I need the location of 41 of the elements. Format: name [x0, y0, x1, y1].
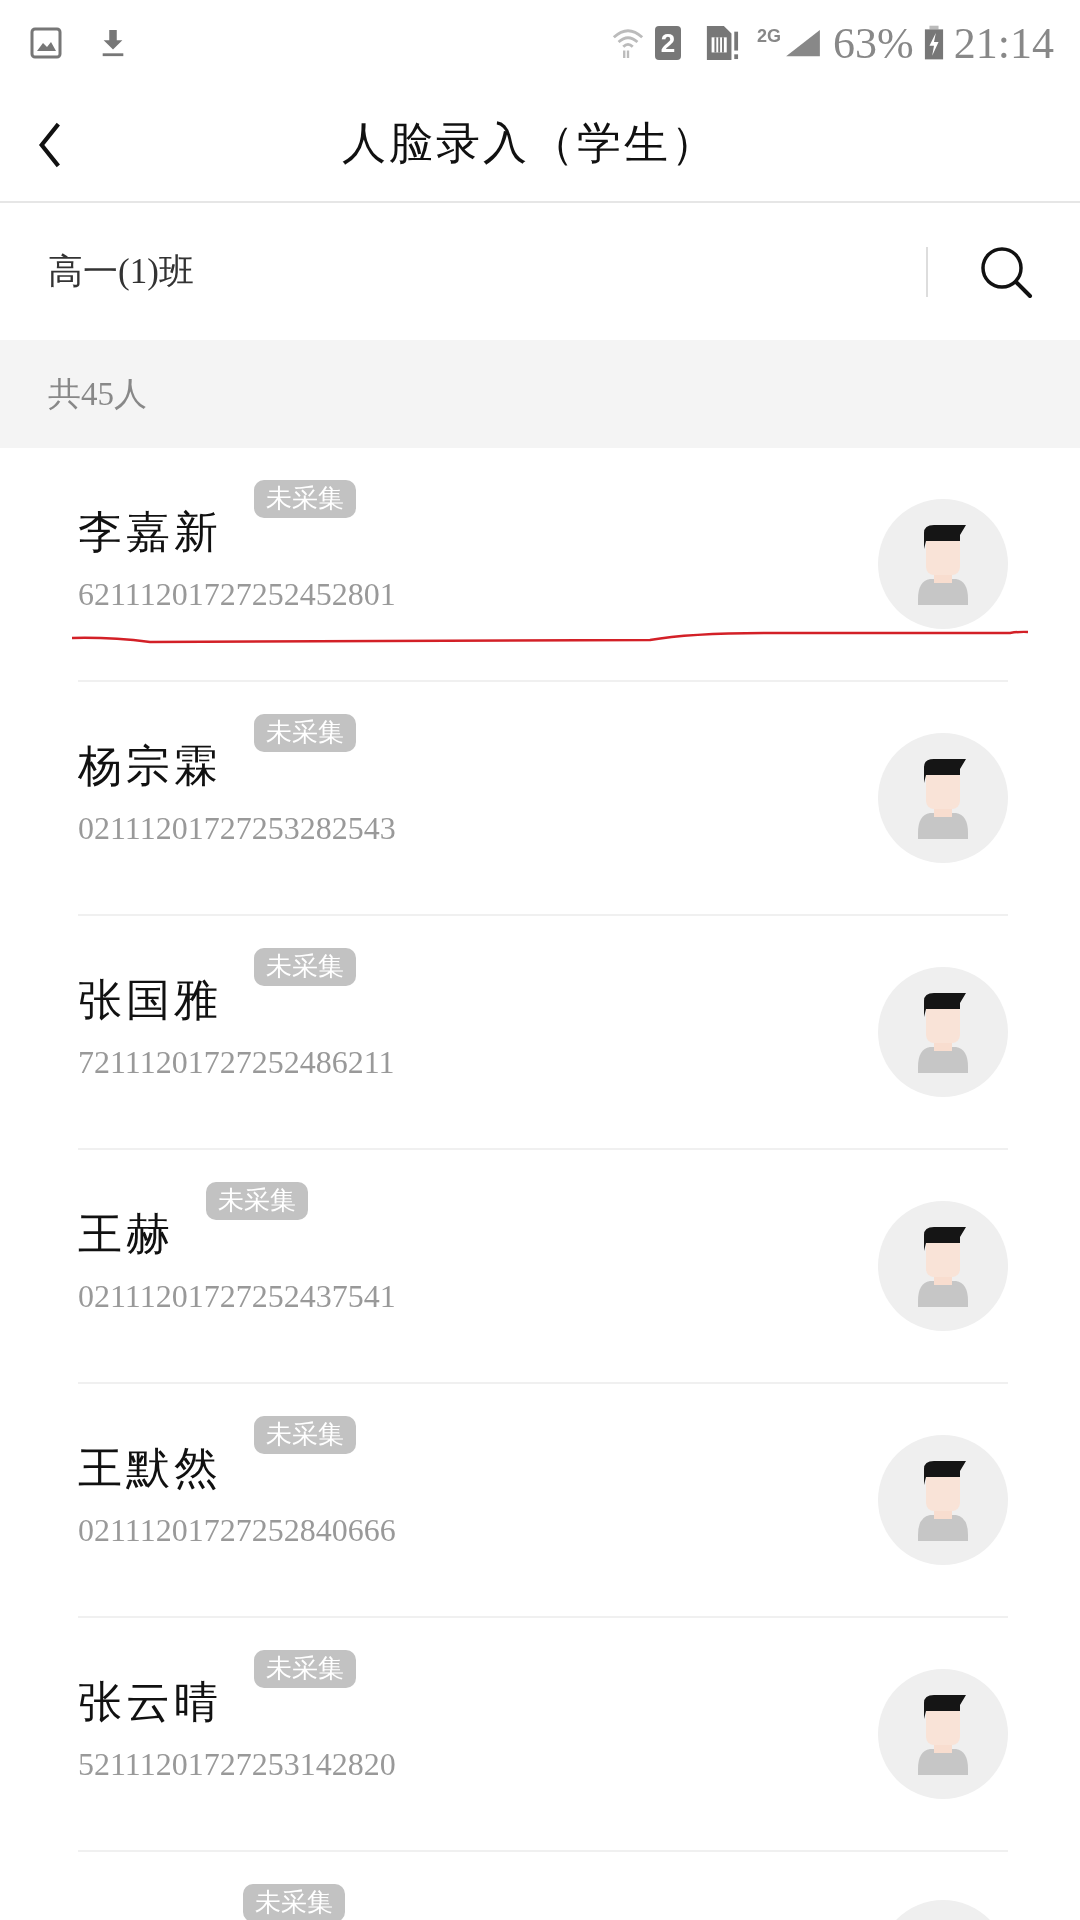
- status-tag: 未采集: [243, 1884, 345, 1920]
- status-tag: 未采集: [206, 1182, 308, 1220]
- student-count: 共45人: [48, 374, 147, 414]
- student-row[interactable]: 杨宗霖 未采集 02111201727253282543: [78, 682, 1008, 916]
- student-row[interactable]: 王默然 未采集 02111201727252840666: [78, 1384, 1008, 1618]
- avatar-icon: [878, 967, 1008, 1097]
- student-id: 52111201727253142820: [78, 1746, 396, 1783]
- sim-card-icon: [705, 24, 740, 62]
- battery-charging-icon: [923, 25, 944, 61]
- student-id: 62111201727252452801: [78, 576, 396, 613]
- avatar-icon: [878, 1669, 1008, 1799]
- student-row[interactable]: 张国雅 未采集 72111201727252486211: [78, 916, 1008, 1150]
- student-name: 李嘉新: [78, 507, 222, 559]
- student-id: 02111201727252840666: [78, 1512, 396, 1549]
- image-icon: [30, 27, 62, 59]
- sim-badge: 2: [654, 26, 682, 60]
- avatar-icon: [878, 1435, 1008, 1565]
- student-row[interactable]: 李嘉新 未采集 62111201727252452801: [78, 448, 1008, 682]
- battery-percent: 63%: [833, 17, 914, 69]
- class-selector[interactable]: 高一(1)班: [48, 248, 926, 295]
- status-tag: 未采集: [254, 1416, 356, 1454]
- avatar-icon: [878, 733, 1008, 863]
- student-name: 张云晴: [78, 1677, 222, 1729]
- student-id: 72111201727252486211: [78, 1044, 395, 1081]
- avatar-icon: [878, 499, 1008, 629]
- student-id: 02111201727253282543: [78, 810, 396, 847]
- status-tag: 未采集: [254, 948, 356, 986]
- student-name: 杨宗霖: [78, 741, 222, 793]
- student-id: 02111201727252437541: [78, 1278, 396, 1315]
- network-type: 2G: [757, 25, 782, 47]
- status-tag: 未采集: [254, 714, 356, 752]
- status-tag: 未采集: [254, 480, 356, 518]
- student-name: 王赫: [78, 1209, 174, 1261]
- student-row[interactable]: 张云晴 未采集 52111201727253142820: [78, 1618, 1008, 1852]
- student-name: 王默然: [78, 1443, 222, 1495]
- status-tag: 未采集: [254, 1650, 356, 1688]
- clock: 21:14: [953, 17, 1054, 69]
- page-title: 人脸录入（学生）: [342, 118, 718, 170]
- avatar-icon: [878, 1201, 1008, 1331]
- student-row[interactable]: 王赫 未采集 02111201727252437541: [78, 1150, 1008, 1384]
- student-name: 张国雅: [78, 975, 222, 1027]
